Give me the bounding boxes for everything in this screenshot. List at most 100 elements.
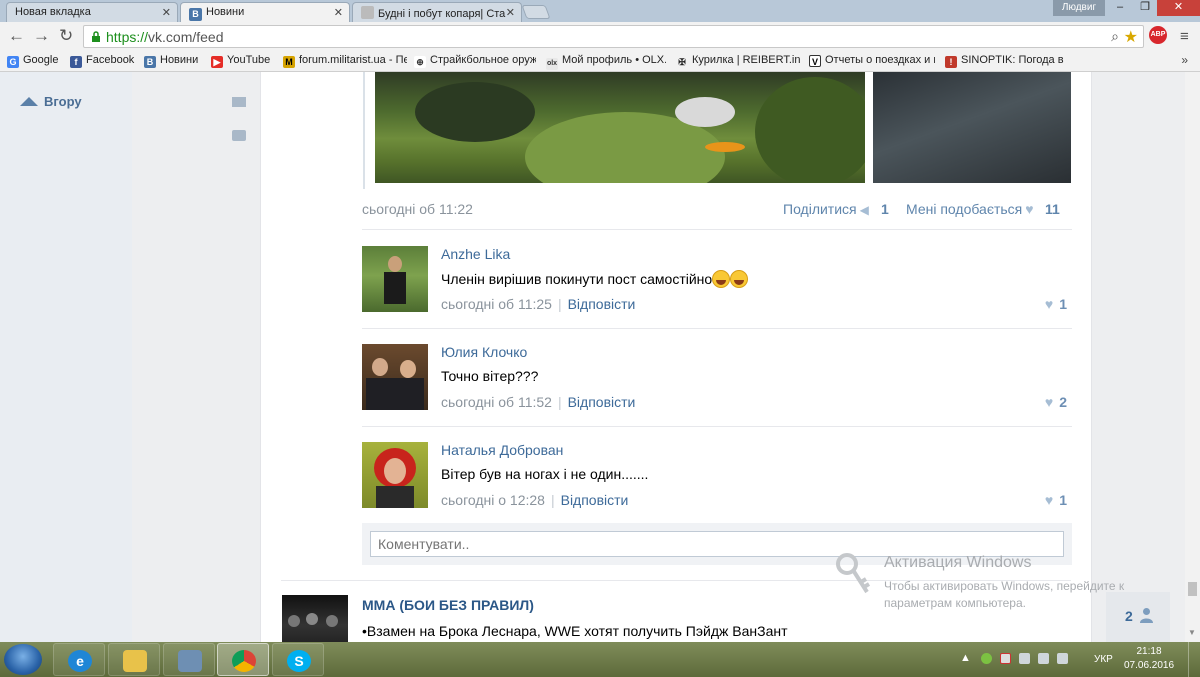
comment: Юлия Клочко Точно вітер??? сьогодні об 1… [362,328,1072,426]
comment-author[interactable]: Юлия Клочко [441,344,527,360]
repost-quote-line [363,72,365,189]
language-indicator[interactable]: УКР [1094,654,1113,665]
comment-time[interactable]: сьогодні об 11:52 [441,394,552,410]
forward-icon[interactable]: → [33,27,50,45]
like-button[interactable]: Мені подобається ♥ [906,201,1034,217]
online-friends-button[interactable]: 2 [1106,592,1170,642]
bookmark-star-icon[interactable]: ★ [1124,27,1138,47]
back-icon[interactable]: ← [8,27,25,45]
megaphone-icon: ◀ [859,203,869,217]
close-window-button[interactable]: ✕ [1157,0,1200,16]
comment-like-button[interactable]: ♥ 1 [1045,296,1067,312]
battery-icon[interactable] [1018,652,1030,664]
comment-text: Членін вирішив покинути пост самостійно [441,270,749,288]
scroll-up-link[interactable]: Вгору [20,94,82,109]
folder-icon [123,650,147,672]
taskbar-internet-explorer[interactable]: e [53,643,105,676]
tab-budni[interactable]: Будні і побут копаря| Ста ✕ [352,2,522,22]
comment-time[interactable]: сьогодні о 12:28 [441,492,545,508]
post-photo[interactable] [375,72,865,183]
comment-time[interactable]: сьогодні об 11:25 [441,296,552,312]
share-button[interactable]: Поділитися ◀ [783,201,869,217]
reply-link[interactable]: Відповісти [568,394,636,410]
clock[interactable]: 21:18 07.06.2016 [1124,645,1174,673]
tab-news[interactable]: В Новини ✕ [180,2,350,23]
sinoptik-icon: ! [945,56,957,68]
comment-author[interactable]: Anzhe Lika [441,246,510,262]
activation-title: Активация Windows [884,554,1032,571]
zoom-icon[interactable]: ⌕ [1111,28,1119,45]
google-icon: G [7,56,19,68]
bookmark-item[interactable]: В Новини [144,54,206,68]
tab-close-icon[interactable]: ✕ [162,6,171,19]
user-icon [1140,608,1153,623]
taskbar-calculator[interactable] [163,643,215,676]
avatar[interactable] [362,246,428,312]
profile-button[interactable]: Людвиг [1053,0,1105,16]
network-icon[interactable] [1037,652,1049,664]
menu-icon[interactable]: ≡ [1180,28,1189,45]
volume-icon[interactable] [1056,652,1068,664]
system-tray: ▲ [960,652,1076,664]
bookmark-item[interactable]: f Facebook [70,54,138,68]
share-count: 1 [881,201,889,217]
bookmark-item[interactable]: ! SINOPTIK: Погода в Л [945,54,1065,68]
tray-expand-icon[interactable]: ▲ [960,652,971,664]
bookmarks-more-icon[interactable]: » [1181,53,1188,67]
post-photo[interactable] [873,72,1071,183]
start-button[interactable] [4,644,42,675]
comment-like-button[interactable]: ♥ 1 [1045,492,1067,508]
post-author-link[interactable]: ММА (БОИ БЕЗ ПРАВИЛ) [362,597,534,613]
left-sidebar: Вгору [0,72,132,642]
like-count: 11 [1045,201,1060,217]
chat-icon[interactable] [232,130,246,141]
taskbar-file-explorer[interactable] [108,643,160,676]
bookmark-item[interactable]: ✠ Курилка | REIBERT.info [676,54,800,68]
minimize-button[interactable]: – [1107,0,1133,16]
avatar[interactable] [362,442,428,508]
bookmarks-bar: G Google f Facebook В Новини ▶ YouTube Mforu… [0,51,1200,72]
bookmark-item[interactable]: G Google [7,54,67,68]
mail-icon[interactable] [232,97,246,107]
address-bar[interactable]: https://vk.com/feed ⌕ ★ [83,25,1144,48]
maximize-button[interactable]: ❐ [1133,0,1157,16]
reply-link[interactable]: Відповісти [568,296,636,312]
online-count: 2 [1125,608,1133,624]
show-desktop-button[interactable] [1188,642,1200,677]
calculator-icon [178,650,202,672]
cross-icon: ✠ [676,56,688,68]
reply-link[interactable]: Відповісти [561,492,629,508]
bookmark-item[interactable]: ▶ YouTube [211,54,277,68]
comment-like-button[interactable]: ♥ 2 [1045,394,1067,410]
tray-flag-icon[interactable] [999,652,1011,664]
taskbar-skype[interactable]: S [272,643,324,676]
crosshair-icon: ⊕ [414,56,426,68]
post-date[interactable]: сьогодні об 11:22 [362,201,473,217]
adblock-icon[interactable]: ABP [1149,26,1167,44]
heart-icon: ♥ [1044,394,1054,410]
bookmark-item[interactable]: ⊕ Страйкбольное оруж [414,54,536,68]
new-tab-button[interactable] [521,5,551,19]
scroll-down-icon[interactable]: ▼ [1188,628,1196,637]
tab-new-tab[interactable]: Новая вкладка ✕ [6,2,178,22]
avatar[interactable] [282,595,348,642]
page-scrollbar[interactable]: ▼ [1185,72,1200,642]
tray-app-icon[interactable] [980,652,992,664]
tab-close-icon[interactable]: ✕ [334,6,343,19]
tab-close-icon[interactable]: ✕ [506,6,515,19]
bookmark-item[interactable]: olxМой профиль • OLX.ua [546,54,666,70]
avatar[interactable] [362,344,428,410]
bookmark-item[interactable]: V Отчеты о поездках и н [809,54,935,67]
bookmark-item[interactable]: Mforum.militarist.ua - Пе [283,54,407,68]
page-icon [361,6,374,19]
taskbar-chrome[interactable] [217,643,269,676]
clock-date: 07.06.2016 [1124,660,1175,671]
scrollbar-thumb[interactable] [1188,582,1197,596]
v-icon: V [809,55,821,67]
comment-author[interactable]: Наталья Доброван [441,442,563,458]
windows-taskbar: e S ▲ УКР 21:18 07.06.2016 [0,642,1200,677]
reload-icon[interactable]: ↻ [59,27,73,45]
militarist-icon: M [283,56,295,68]
laughing-emoji-icon [712,270,731,288]
comment-text: Точно вітер??? [441,368,539,384]
